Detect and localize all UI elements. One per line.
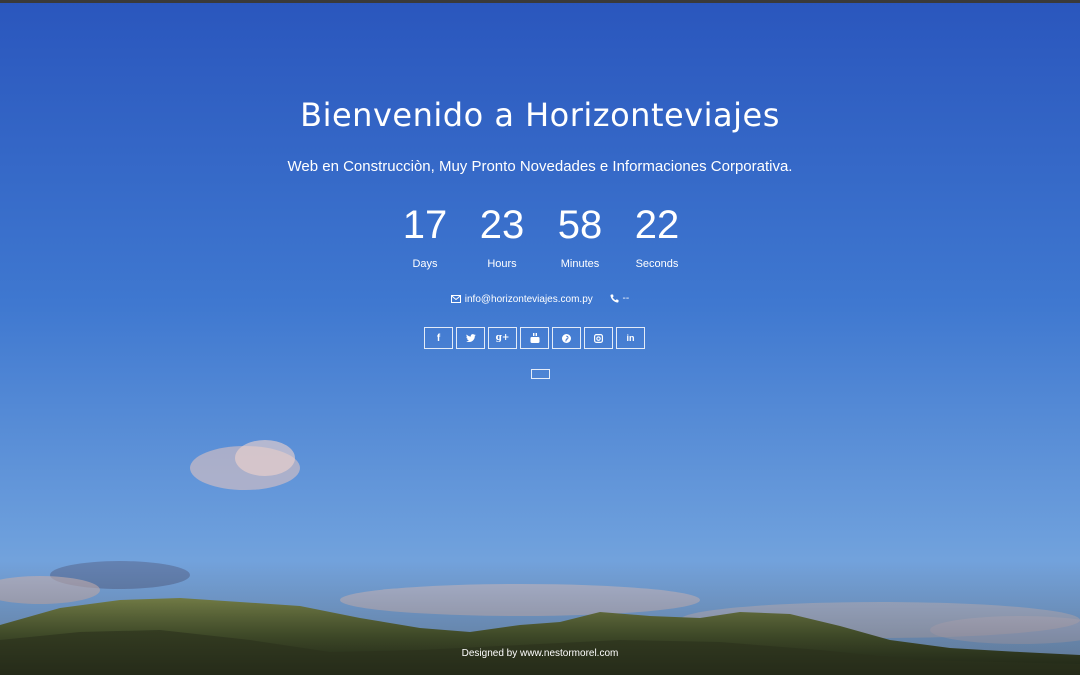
email-text[interactable]: info@horizonteviajes.com.py xyxy=(465,294,593,305)
twitter-icon xyxy=(465,334,476,342)
phone-icon xyxy=(610,294,619,303)
linkedin-button[interactable]: in xyxy=(616,327,645,349)
footer-credit[interactable]: Designed by www.nestormorel.com xyxy=(0,648,1080,659)
pinterest-button[interactable] xyxy=(552,327,581,349)
pinterest-icon xyxy=(562,333,571,343)
contact-info: info@horizonteviajes.com.py -- xyxy=(0,293,1080,306)
page-subtitle: Web en Construcciòn, Muy Pronto Novedade… xyxy=(287,158,793,175)
contact-email[interactable]: info@horizonteviajes.com.py xyxy=(450,294,593,305)
days-label: Days xyxy=(412,258,438,270)
countdown-seconds: 22 Seconds xyxy=(618,203,696,270)
minutes-label: Minutes xyxy=(560,258,600,270)
coming-soon-panel: Bienvenido a Horizonteviajes Web en Cons… xyxy=(0,0,1080,675)
countdown-days: 17 Days xyxy=(386,203,464,270)
social-links: f g+ in xyxy=(424,327,645,351)
phone-text: -- xyxy=(622,293,630,304)
facebook-button[interactable]: f xyxy=(424,327,453,349)
minutes-value: 58 xyxy=(557,203,603,247)
google-plus-icon: g+ xyxy=(495,333,510,343)
youtube-button[interactable] xyxy=(520,327,549,349)
countdown-hours: 23 Hours xyxy=(463,203,541,270)
instagram-button[interactable] xyxy=(584,327,613,349)
subscribe-toggle-button[interactable] xyxy=(531,369,550,379)
envelope-icon xyxy=(450,295,461,303)
seconds-value: 22 xyxy=(634,203,680,247)
countdown-minutes: 58 Minutes xyxy=(541,203,619,270)
google-plus-button[interactable]: g+ xyxy=(488,327,517,349)
days-value: 17 xyxy=(402,203,448,247)
countdown-timer: 17 Days 23 Hours 58 Minutes 22 Seconds xyxy=(390,203,690,273)
youtube-icon xyxy=(530,333,539,343)
page-title: Bienvenido a Horizonteviajes xyxy=(300,96,780,134)
facebook-icon: f xyxy=(436,332,441,344)
contact-phone: -- xyxy=(610,293,630,304)
seconds-label: Seconds xyxy=(635,258,679,270)
hours-label: Hours xyxy=(487,258,517,270)
instagram-icon xyxy=(594,333,603,343)
top-border xyxy=(0,0,1080,3)
hours-value: 23 xyxy=(479,203,525,247)
linkedin-icon: in xyxy=(626,333,635,343)
twitter-button[interactable] xyxy=(456,327,485,349)
